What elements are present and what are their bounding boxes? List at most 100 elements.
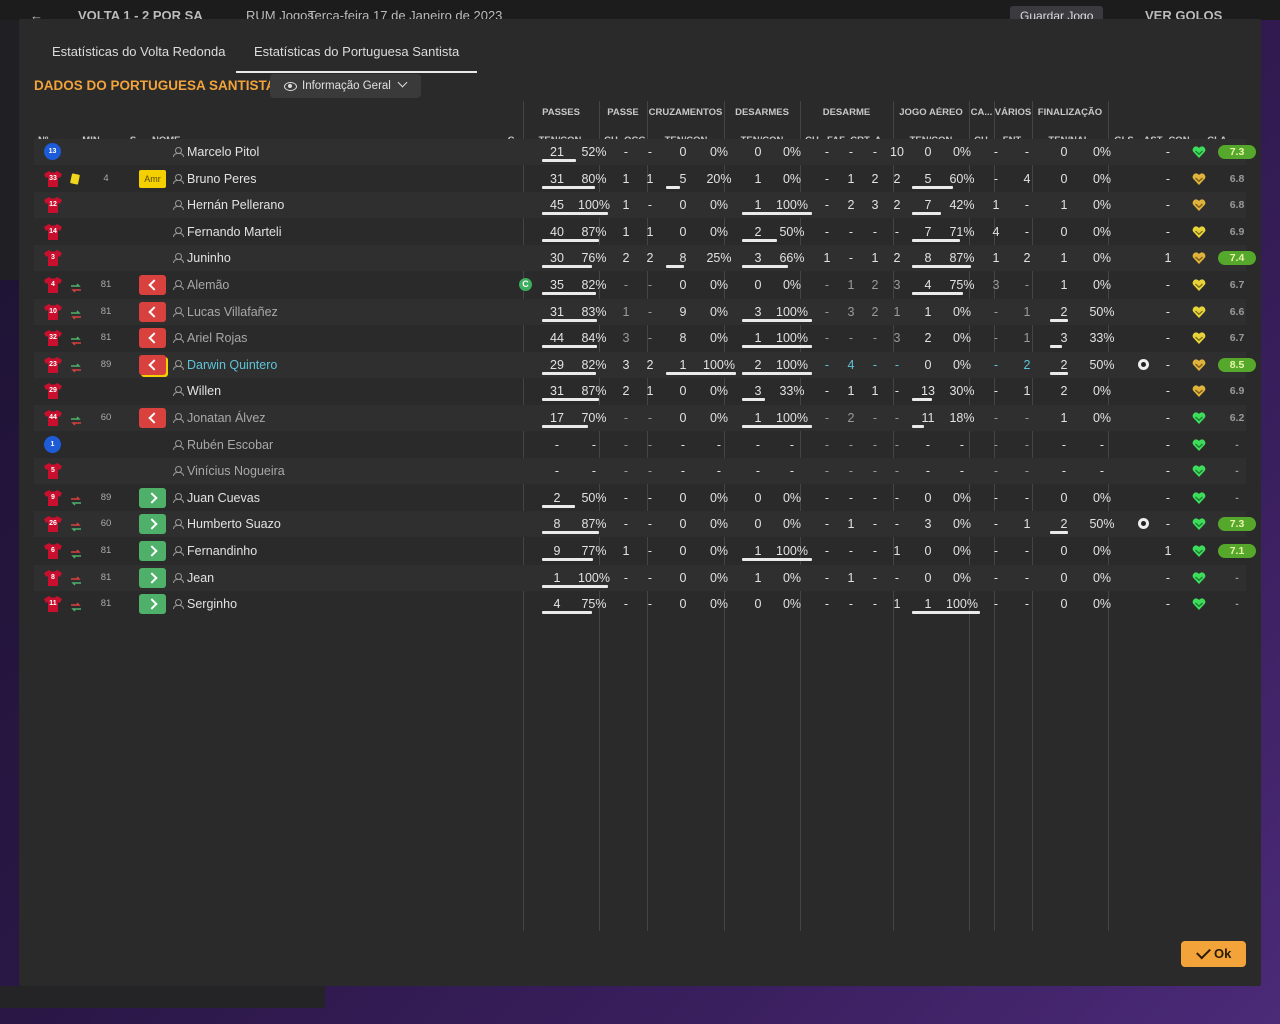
crosses-attempted: - (680, 437, 686, 452)
table-row[interactable]: 5 Vinícius Nogueira - - - - - - - - - - - - - - - - - - - - (34, 458, 1246, 485)
player-icon (173, 200, 184, 211)
player-icon (173, 466, 184, 477)
table-row[interactable]: 44 60 Jonatan Álvez 17 70% - -0 0% 1 100% -2- -11 18… (34, 405, 1246, 431)
table-row[interactable]: 4 81 Alemão C 35 82% - -0 0% 0 0% -1 2 3 4 75% 3-1 0% -6.7 (34, 272, 1246, 298)
table-row[interactable]: 10 81 Lucas Villafañez 31 83% 1-9 0% 3 100% -3 2 1 1… (34, 298, 1246, 325)
player-name[interactable]: Vinícius Nogueira (187, 458, 507, 484)
subbed-off-button[interactable] (139, 275, 166, 295)
subbed-off-button[interactable] (139, 408, 166, 428)
player-name[interactable]: Willen (187, 378, 507, 404)
view-dropdown-label: Informação Geral (302, 80, 391, 92)
chances-created: - (647, 331, 653, 346)
minute-cell: 60 (100, 412, 112, 423)
chevron-left-icon (148, 279, 160, 291)
cards-stat: - (993, 171, 999, 186)
table-row[interactable]: 23 89 Darwin Quintero 29 82% 3 2 1 100% 2 100% -4- -… (34, 351, 1256, 378)
blocks: - (894, 384, 900, 399)
player-name[interactable]: Alemão (187, 272, 507, 298)
table-row[interactable]: 3 Juninho 30 76% 2 2 8 25% 3 66% 1-1 2 8 87% 1 2 1 0% 1 7.4 (34, 245, 1256, 272)
minute-cell: 4 (103, 172, 109, 184)
goalkeeper-shirt-icon: 13 (44, 143, 61, 160)
subbed-on-button[interactable] (139, 487, 166, 508)
tab-volta-redonda[interactable]: Estatísticas do Volta Redonda (52, 37, 225, 71)
shirt-number: 29 (49, 387, 57, 395)
crosses-attempted: 0 (679, 411, 687, 425)
subbed-off-button[interactable] (139, 354, 166, 375)
cards-stat: - (993, 437, 999, 452)
table-row[interactable]: 32 81 Ariel Rojas 44 84% 3-8 0% 1 100% - - -3 2 0% -1 3… (34, 325, 1246, 351)
table-row[interactable]: 26 60 Humberto Suazo 8 87% - -0 0% 0 0% -1- -3 0% -1 2… (34, 511, 1256, 538)
shirt-icon: 33 (44, 170, 62, 187)
table-row[interactable]: 33 4 Amr Bruno Peres 31 80% 1 1 5 20% 1 0% -1 2 2 5 60% -… (34, 166, 1246, 192)
table-row[interactable]: 11 81 Serginho 4 75% - -0 0% 0 0% - - -1 1 100% - -0 0% - - (34, 591, 1246, 617)
group-header[interactable]: VÁRIOS (994, 107, 1032, 118)
table-row[interactable]: 12 Hernán Pellerano 45 100% 1-0 0% 1 100% -2 3 2 7 4… (34, 192, 1246, 219)
subbed-on-button[interactable] (139, 514, 166, 535)
success-rate-bar (912, 292, 963, 295)
player-name[interactable]: Fernando Marteli (187, 219, 507, 245)
minute-cell: 89 (100, 491, 112, 503)
success-rate-bar (1050, 318, 1068, 322)
group-header[interactable]: DESARMES (724, 107, 800, 118)
group-header[interactable]: CA... (969, 107, 994, 118)
group-header[interactable]: PASSES (523, 107, 599, 118)
table-row[interactable]: 9 89 Juan Cuevas 2 50% - -0 0% 0 0% - - - -0 0% - -0 0% - - (34, 485, 1246, 511)
group-header[interactable]: JOGO AÉREO (893, 107, 969, 118)
player-name[interactable]: Fernandinho (187, 538, 507, 564)
player-name[interactable]: Jonatan Álvez (187, 405, 507, 431)
success-rate-bar (912, 185, 953, 189)
player-name[interactable]: Hernán Pellerano (187, 192, 507, 218)
success-rate-bar (542, 318, 597, 322)
player-name[interactable]: Juninho (187, 245, 507, 271)
player-icon (173, 519, 184, 530)
fouls-against: 1 (1023, 384, 1031, 399)
minute-cell (92, 378, 120, 404)
table-row[interactable]: 8 81 Jean 1 100% - -0 0% 1 0% -1- -0 0% - -0 0% - - (34, 564, 1246, 591)
table-row[interactable]: 6 81 Fernandinho 9 77% 1-0 0% 1 100% - - -1 0 0% - -0 0%… (34, 538, 1256, 564)
player-name[interactable]: Lucas Villafañez (187, 299, 507, 325)
table-row[interactable]: 14 Fernando Marteli 40 87% 1 1 0 0% 2 50% - - - -7 71%… (34, 219, 1246, 245)
player-name[interactable]: Darwin Quintero (187, 352, 507, 378)
passes-completed-pct: 52% (581, 145, 607, 159)
passes-completed-pct: 50% (581, 490, 607, 505)
view-dropdown[interactable]: Informação Geral (270, 74, 421, 98)
goal-ball-icon (1138, 518, 1149, 530)
player-name[interactable]: Rubén Escobar (187, 432, 507, 458)
blocks: 1 (893, 304, 901, 319)
success-rate-bar (542, 558, 593, 561)
blocks: 2 (893, 251, 901, 266)
table-row[interactable]: 1 Rubén Escobar - - - - - - - - - - - - - - - - - - - - (34, 432, 1246, 458)
fouls-against: 1 (1023, 517, 1031, 532)
player-name[interactable]: Bruno Peres (187, 166, 507, 192)
crosses-attempted: 0 (679, 517, 687, 532)
player-name[interactable]: Marcelo Pitol (187, 139, 507, 165)
subbed-off-button[interactable] (139, 328, 166, 349)
success-rate-bar (542, 238, 599, 242)
player-name[interactable]: Juan Cuevas (187, 485, 507, 511)
shots-on-target-pct: 0% (1092, 384, 1112, 399)
fouls-made: - (848, 437, 854, 452)
subbed-on-button[interactable] (139, 594, 166, 615)
subbed-on-button[interactable] (139, 567, 166, 588)
crosses-attempted: 0 (679, 224, 687, 239)
blocks: - (894, 437, 900, 452)
group-header[interactable]: CRUZAMENTOS (647, 107, 724, 118)
player-name[interactable]: Jean (187, 565, 507, 591)
tab-portuguesa-santista[interactable]: Estatísticas do Portuguesa Santista (236, 37, 478, 73)
group-header[interactable]: DESARME (800, 107, 893, 118)
group-header[interactable]: PASSE (599, 107, 647, 118)
group-header[interactable]: FINALIZAÇÃO (1032, 107, 1108, 118)
subbed-off-button[interactable] (139, 301, 166, 322)
table-row[interactable]: 13 Marcelo Pitol 21 52% - -0 0% 0 0% - - -10 0 0% - -0 0… (34, 139, 1256, 165)
player-name[interactable]: Humberto Suazo (187, 511, 507, 537)
substitution-icon (70, 546, 82, 559)
player-name[interactable]: Ariel Rojas (187, 325, 507, 351)
table-row[interactable]: 29 Willen 31 87% 2 1 0 0% 3 33% -1 1-13 30% -1 2 0% -6.9 (34, 378, 1246, 404)
player-name[interactable]: Serginho (187, 591, 507, 617)
shirt-number: 26 (49, 520, 57, 528)
headers-won-pct: 0% (952, 570, 972, 585)
subbed-on-button[interactable] (139, 541, 166, 561)
chances-created: - (647, 304, 653, 319)
ok-button[interactable]: Ok (1181, 941, 1246, 967)
headers-attempted: 0 (924, 570, 932, 585)
